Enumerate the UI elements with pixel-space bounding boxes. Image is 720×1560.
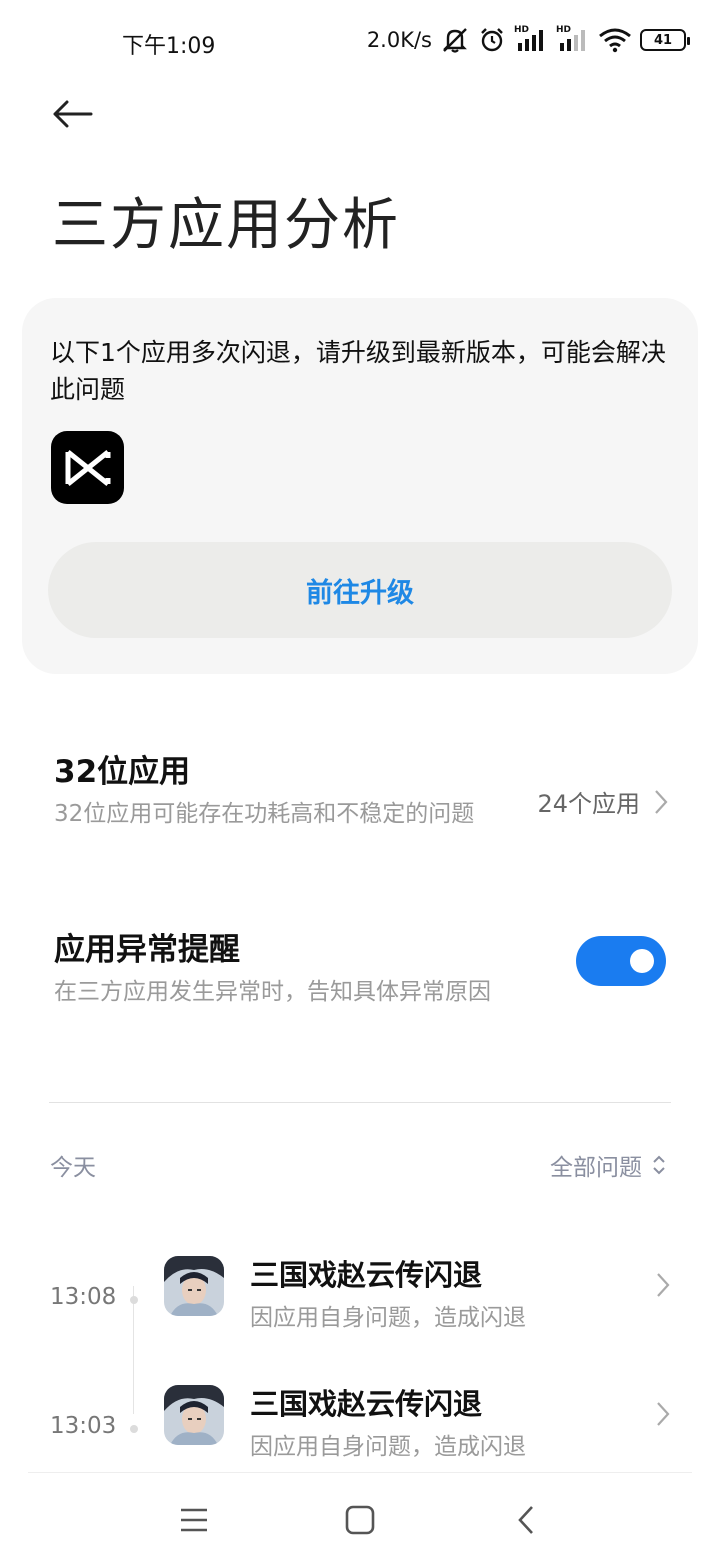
sort-updown-icon	[653, 1155, 665, 1175]
bottom-divider	[28, 1472, 692, 1473]
event-subtitle: 因应用自身问题，造成闪退	[250, 1434, 526, 1460]
issue-filter-dropdown[interactable]: 全部问题	[550, 1148, 666, 1182]
signal-1-icon: HD	[514, 25, 548, 53]
page-title: 三方应用分析	[52, 193, 400, 258]
alarm-icon	[478, 26, 506, 54]
bit32-count: 24个应用	[537, 790, 640, 818]
chevron-right-icon	[657, 1402, 670, 1426]
home-button[interactable]	[330, 1498, 390, 1542]
wifi-icon	[598, 27, 632, 53]
chevron-right-icon	[657, 1273, 670, 1297]
chevron-right-icon	[655, 789, 668, 814]
battery-icon: 41	[640, 29, 690, 51]
event-title: 三国戏赵云传闪退	[250, 1387, 483, 1421]
signal-2-icon: HD	[556, 25, 590, 53]
toggle-knob	[630, 949, 654, 973]
divider	[49, 1102, 671, 1103]
date-label: 今天	[50, 1155, 96, 1181]
capcut-icon[interactable]	[51, 431, 124, 504]
recent-apps-button[interactable]	[164, 1498, 224, 1542]
menu-icon	[181, 1508, 207, 1532]
status-icons: 2.0K/s HD HD 41	[366, 25, 690, 54]
event-title: 三国戏赵云传闪退	[250, 1258, 483, 1292]
back-chevron-icon	[518, 1506, 533, 1534]
upgrade-message: 以下1个应用多次闪退，请升级到最新版本，可能会解决此问题	[50, 338, 666, 404]
network-speed: 2.0K/s	[366, 28, 432, 52]
bit32-apps-row[interactable]: 32位应用 32位应用可能存在功耗高和不稳定的问题 24个应用	[54, 746, 668, 831]
event-time: 13:08	[50, 1284, 117, 1310]
bit32-value: 24个应用	[537, 784, 668, 819]
crash-event-item[interactable]: 13:03 三国戏赵云传闪退 因应用自身问题，造成闪退	[0, 1385, 720, 1485]
nav-back-button[interactable]	[496, 1498, 556, 1542]
status-time: 下午1:09	[122, 34, 216, 59]
crash-event-item[interactable]: 13:08 三国戏赵云传闪退 因应用自身问题，造成闪退	[0, 1256, 720, 1356]
back-arrow-icon	[53, 100, 93, 128]
event-subtitle: 因应用自身问题，造成闪退	[250, 1305, 526, 1331]
upgrade-button[interactable]: 前往升级	[48, 542, 672, 638]
back-button[interactable]	[46, 92, 98, 136]
game-app-icon	[164, 1256, 224, 1316]
timeline-dot	[130, 1425, 138, 1433]
status-bar: 下午1:09 2.0K/s HD HD 41	[0, 0, 720, 84]
filter-label: 全部问题	[550, 1155, 642, 1181]
event-time: 13:03	[50, 1413, 117, 1439]
upgrade-card: 以下1个应用多次闪退，请升级到最新版本，可能会解决此问题 前往升级	[22, 298, 698, 674]
bit32-description: 32位应用可能存在功耗高和不稳定的问题	[54, 801, 475, 827]
alert-description: 在三方应用发生异常时，告知具体异常原因	[54, 979, 491, 1005]
app-alert-row: 应用异常提醒 在三方应用发生异常时，告知具体异常原因	[54, 924, 668, 1009]
mute-icon	[440, 26, 470, 54]
game-app-icon	[164, 1385, 224, 1445]
navigation-bar	[0, 1480, 720, 1560]
timeline-dot	[130, 1296, 138, 1304]
alert-toggle[interactable]	[576, 936, 666, 986]
home-square-icon	[345, 1505, 375, 1535]
